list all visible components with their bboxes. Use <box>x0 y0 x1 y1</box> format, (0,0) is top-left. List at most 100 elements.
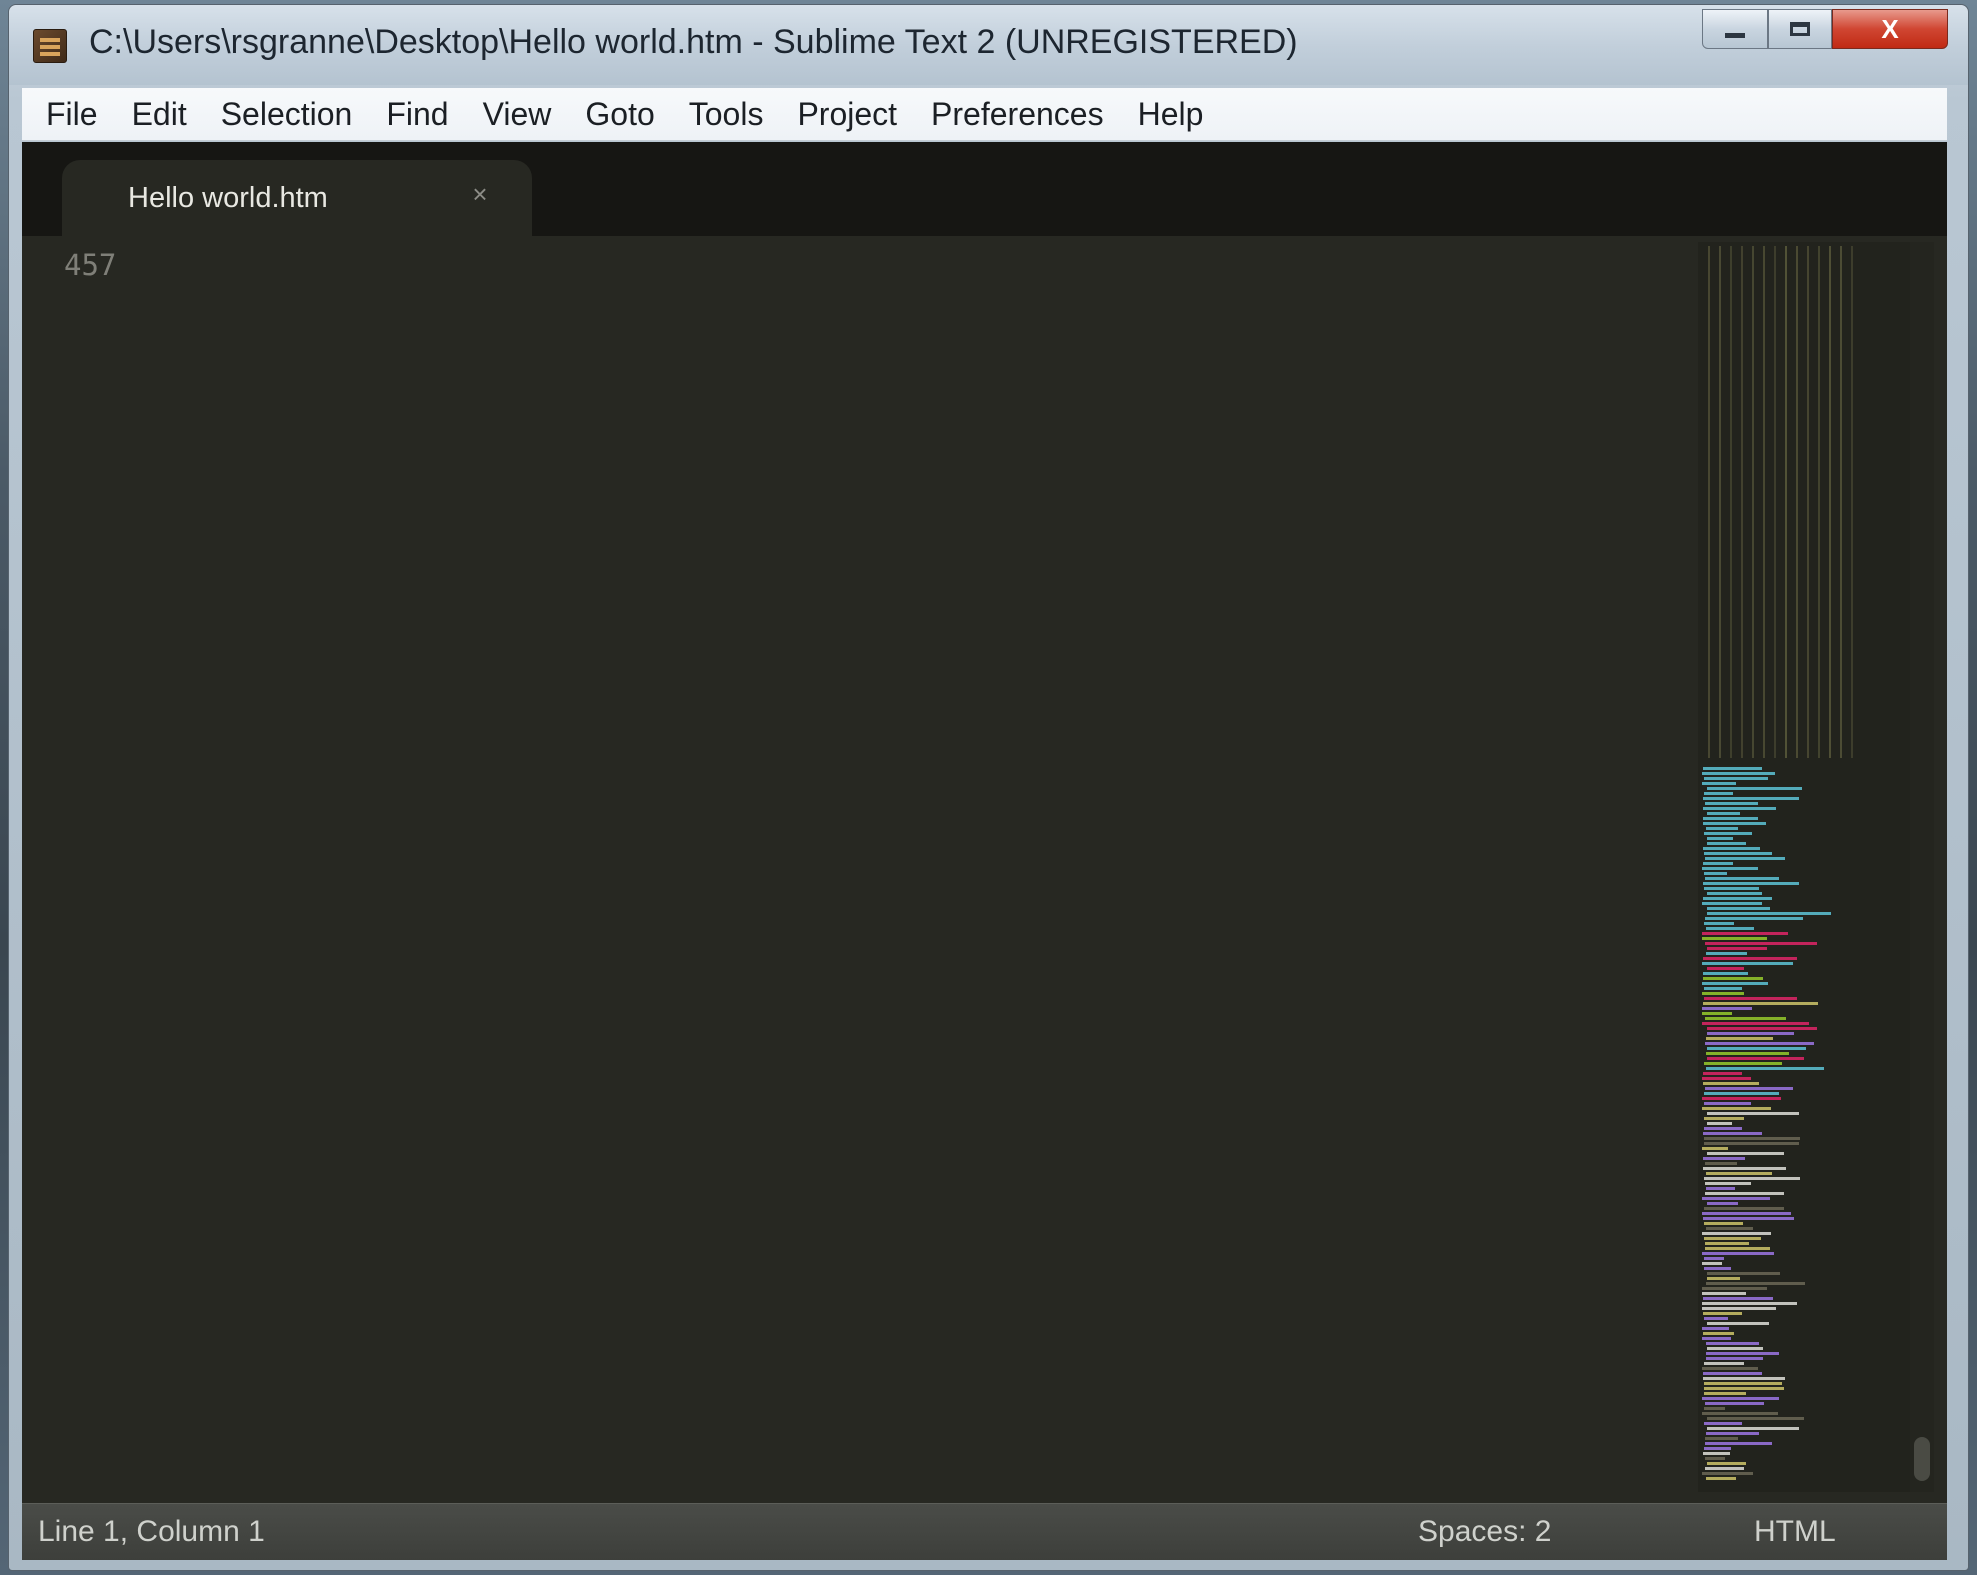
minimap-line <box>1704 1207 1784 1210</box>
menu-bar: File Edit Selection Find View Goto Tools… <box>22 88 1947 141</box>
menu-file[interactable]: File <box>22 88 115 140</box>
menu-project[interactable]: Project <box>780 88 914 140</box>
minimap-line <box>1707 1462 1746 1465</box>
minimap-line <box>1704 852 1772 855</box>
minimap-line <box>1707 912 1831 915</box>
minimap-line <box>1705 1467 1744 1470</box>
minimap-line <box>1704 922 1734 925</box>
minimap-line <box>1705 1402 1764 1405</box>
minimap[interactable] <box>1698 242 1916 1492</box>
minimap-line <box>1702 1307 1776 1310</box>
minimap-line <box>1706 827 1738 830</box>
vertical-scrollbar[interactable] <box>1910 242 1934 1492</box>
minimap-line <box>1704 1137 1800 1140</box>
tab-strip: Hello world.htm × <box>22 142 1947 236</box>
window-title: C:\Users\rsgranne\Desktop\Hello world.ht… <box>89 23 1298 61</box>
minimap-line <box>1704 1117 1744 1120</box>
title-bar[interactable]: C:\Users\rsgranne\Desktop\Hello world.ht… <box>9 5 1968 85</box>
minimap-line <box>1702 1287 1767 1290</box>
minimap-line <box>1704 887 1759 890</box>
minimap-line <box>1702 1007 1752 1010</box>
tab-hello-world[interactable]: Hello world.htm × <box>62 160 532 236</box>
menu-view[interactable]: View <box>466 88 569 140</box>
minimap-line <box>1703 1082 1759 1085</box>
minimap-line <box>1703 1157 1745 1160</box>
minimap-line <box>1704 1092 1779 1095</box>
minimap-line <box>1707 1202 1738 1205</box>
menu-preferences[interactable]: Preferences <box>914 88 1121 140</box>
minimap-line <box>1704 1222 1743 1225</box>
minimap-line <box>1702 1022 1809 1025</box>
maximize-button[interactable] <box>1768 9 1832 49</box>
minimize-icon <box>1725 32 1745 38</box>
minimap-column <box>1708 246 1710 758</box>
minimap-line <box>1706 927 1754 930</box>
minimap-line <box>1702 1367 1758 1370</box>
caption-buttons: X <box>1702 9 1948 49</box>
minimap-line <box>1704 792 1733 795</box>
minimap-line <box>1702 1107 1771 1110</box>
minimap-line <box>1703 1332 1734 1335</box>
minimap-line <box>1706 1352 1779 1355</box>
minimap-line <box>1703 1372 1762 1375</box>
minimap-line <box>1705 1247 1770 1250</box>
minimap-line <box>1702 962 1793 965</box>
minimap-line <box>1705 1162 1737 1165</box>
minimap-column <box>1840 246 1842 758</box>
minimap-line <box>1707 1047 1806 1050</box>
menu-goto[interactable]: Goto <box>568 88 671 140</box>
minimap-line <box>1702 867 1758 870</box>
minimap-line <box>1705 1182 1751 1185</box>
minimap-line <box>1704 1382 1782 1385</box>
editor-area: Hello world.htm × 457 <box>22 142 1947 1503</box>
menu-edit[interactable]: Edit <box>115 88 204 140</box>
minimap-line <box>1707 1427 1799 1430</box>
menu-help[interactable]: Help <box>1121 88 1221 140</box>
minimap-line <box>1707 842 1746 845</box>
minimap-line <box>1707 1122 1732 1125</box>
minimap-line <box>1702 1327 1729 1330</box>
minimap-line <box>1706 1342 1759 1345</box>
minimap-column <box>1730 246 1732 758</box>
minimap-line <box>1702 992 1744 995</box>
minimap-column <box>1774 246 1776 758</box>
scrollbar-thumb[interactable] <box>1914 1437 1930 1481</box>
menu-selection[interactable]: Selection <box>204 88 370 140</box>
tab-close-icon[interactable]: × <box>466 180 494 208</box>
minimap-line <box>1704 1127 1742 1130</box>
minimap-line <box>1706 1037 1773 1040</box>
minimap-line <box>1704 1267 1731 1270</box>
tab-label: Hello world.htm <box>128 182 328 214</box>
maximize-icon <box>1790 22 1810 36</box>
close-button[interactable]: X <box>1832 9 1948 49</box>
menu-tools[interactable]: Tools <box>672 88 781 140</box>
minimap-line <box>1706 1282 1805 1285</box>
minimize-button[interactable] <box>1702 9 1768 49</box>
minimap-line <box>1704 832 1752 835</box>
minimap-line <box>1702 1412 1778 1415</box>
sublime-app-icon[interactable] <box>33 29 67 63</box>
minimap-line <box>1705 1192 1784 1195</box>
minimap-line <box>1702 1397 1779 1400</box>
minimap-line <box>1707 1277 1740 1280</box>
minimap-line <box>1703 897 1772 900</box>
minimap-line <box>1703 1167 1786 1170</box>
indentation-setting[interactable]: Spaces: 2 <box>1418 1515 1551 1549</box>
minimap-line <box>1703 1312 1742 1315</box>
minimap-line <box>1704 777 1768 780</box>
minimap-line <box>1705 1442 1772 1445</box>
minimap-line <box>1702 932 1788 935</box>
cursor-position: Line 1, Column 1 <box>38 1515 265 1548</box>
minimap-column <box>1719 246 1721 758</box>
minimap-line <box>1704 1257 1724 1260</box>
minimap-line <box>1707 1032 1794 1035</box>
minimap-line <box>1707 967 1744 970</box>
minimap-line <box>1705 857 1785 860</box>
minimap-line <box>1703 882 1799 885</box>
menu-find[interactable]: Find <box>369 88 465 140</box>
minimap-line <box>1703 822 1766 825</box>
minimap-line <box>1704 1237 1761 1240</box>
minimap-line <box>1702 937 1767 940</box>
syntax-mode[interactable]: HTML <box>1754 1515 1836 1549</box>
minimap-line <box>1706 1227 1753 1230</box>
